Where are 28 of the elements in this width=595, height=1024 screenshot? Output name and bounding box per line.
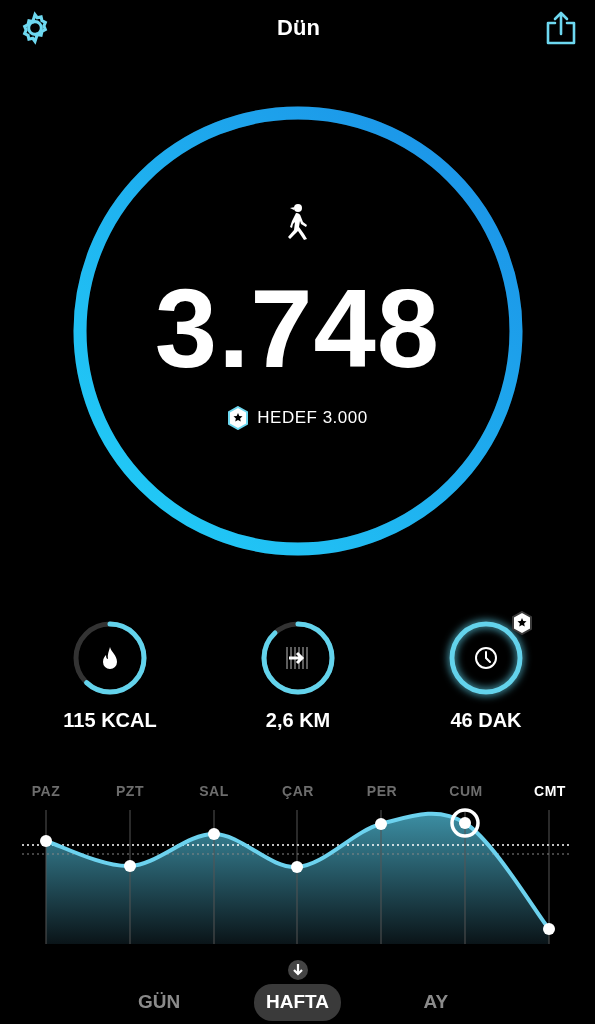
day-label[interactable]: CMT <box>508 781 592 802</box>
screen-title: Dün <box>277 14 320 42</box>
period-tab[interactable]: GÜN <box>126 984 193 1021</box>
day-label[interactable]: CUM <box>424 781 508 802</box>
data-point[interactable] <box>543 923 555 935</box>
day-label[interactable]: PAZ <box>4 781 88 802</box>
day-label[interactable]: PZT <box>88 781 172 802</box>
day-label[interactable]: ÇAR <box>256 781 340 802</box>
data-point[interactable] <box>208 828 220 840</box>
distance-arrow-icon <box>285 647 311 669</box>
stat-value: 2,6 KM <box>265 708 331 733</box>
flame-icon <box>102 646 118 670</box>
data-point[interactable] <box>124 860 136 872</box>
period-tab[interactable]: AY <box>411 984 461 1021</box>
data-point[interactable] <box>40 835 52 847</box>
data-point[interactable] <box>375 818 387 830</box>
highlighted-data-point[interactable] <box>450 808 480 838</box>
day-label[interactable]: PER <box>340 781 424 802</box>
stat-value: 46 DAK <box>450 708 522 733</box>
stat-value: 115 KCAL <box>63 708 157 733</box>
step-count: 3.748 <box>154 273 441 385</box>
day-label[interactable]: SAL <box>172 781 256 802</box>
goal-label: HEDEF 3.000 <box>257 407 368 429</box>
goal-badge-icon <box>227 405 250 430</box>
share-icon[interactable] <box>545 9 577 46</box>
clock-icon <box>474 646 498 670</box>
period-tab[interactable]: HAFTA <box>254 984 341 1021</box>
data-point[interactable] <box>291 861 303 873</box>
